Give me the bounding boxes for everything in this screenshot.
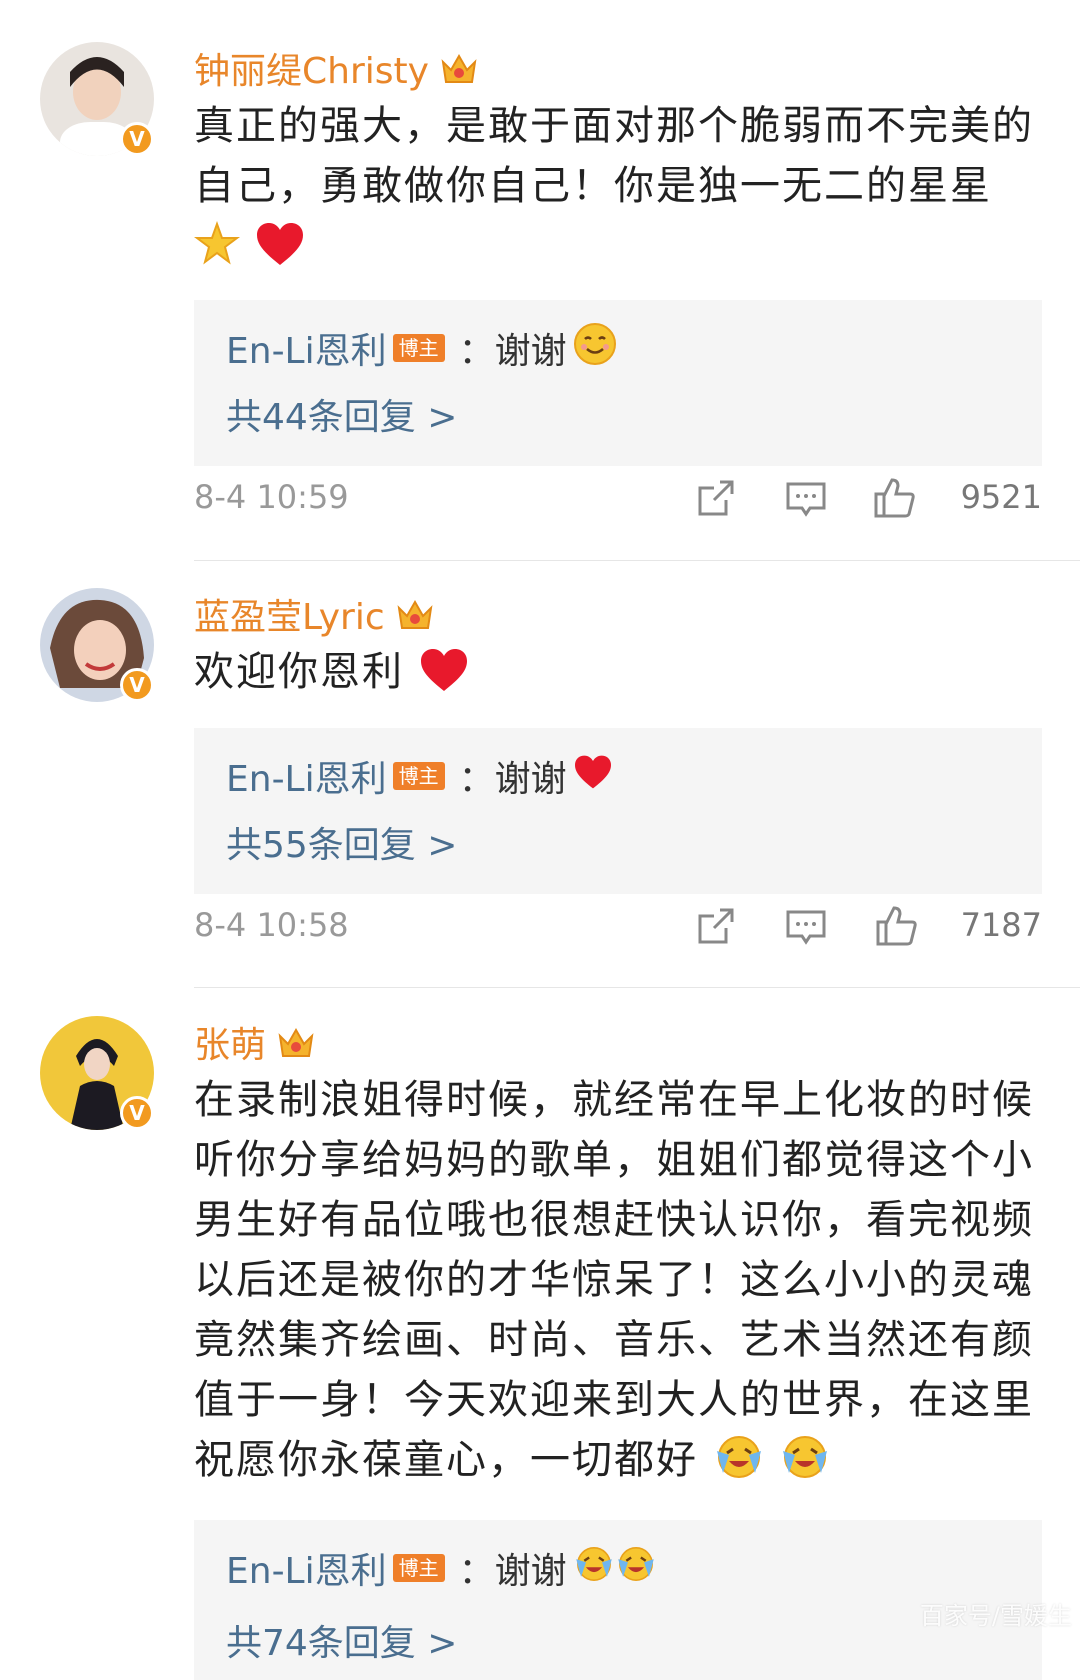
blogger-badge: 博主 (392, 762, 445, 790)
reply-count-link[interactable]: 共44条回复 > (226, 386, 457, 442)
timestamp: 8-4 10:58 (194, 906, 349, 944)
laugh-cry-emoji-icon (713, 1433, 765, 1498)
like-count: 9521 (960, 478, 1042, 516)
reply-count-link[interactable]: 共55条回复 > (226, 814, 457, 870)
comment-text-content: 真正的强大，是敢于面对那个脆弱而不完美的自己，勇敢做你自己！你是独一无二的星星 (194, 103, 1034, 209)
comment-text-content: 在录制浪姐得时候，就经常在早上化妆的时候听你分享给妈妈的歌单，姐姐们都觉得这个小… (194, 1077, 1034, 1483)
like-icon[interactable] (874, 904, 918, 948)
heart-icon (255, 221, 305, 284)
reply-author[interactable]: En-Li恩利 (226, 322, 387, 374)
reply-count-link[interactable]: 共74条回复 > (226, 1612, 457, 1668)
blogger-badge: 博主 (392, 1554, 445, 1582)
heart-icon (419, 647, 469, 710)
smile-emoji-icon (573, 322, 617, 375)
reply-box[interactable]: En-Li恩利 博主 ：谢谢 共44条回复 > (194, 300, 1042, 466)
author-name[interactable]: 张萌 (194, 1016, 266, 1068)
reply-line: En-Li恩利 博主 ：谢谢 (226, 1540, 657, 1596)
reply-text: ：谢谢 (458, 759, 567, 800)
blogger-badge: 博主 (392, 334, 445, 362)
author-name[interactable]: 蓝盈莹Lyric (194, 588, 385, 640)
author-row: 钟丽缇Christy (194, 42, 479, 94)
laugh-cry-emoji-icon (615, 1544, 657, 1593)
watermark: 百家号/雪媛生 (919, 1602, 1072, 1630)
reply-text: ：谢谢 (458, 331, 567, 372)
share-icon[interactable] (694, 904, 738, 948)
timestamp: 8-4 10:59 (194, 478, 349, 516)
reply-box[interactable]: En-Li恩利 博主 ：谢谢 共55条回复 > (194, 728, 1042, 894)
laugh-cry-emoji-icon (779, 1433, 831, 1498)
verified-badge-icon: V (120, 1096, 154, 1130)
heart-icon (573, 754, 613, 799)
comment-text-content: 欢迎你恩利 (194, 649, 404, 695)
reply-line: En-Li恩利 博主 ：谢谢 (226, 748, 613, 804)
divider (194, 987, 1080, 988)
comment-text: 真正的强大，是敢于面对那个脆弱而不完美的自己，勇敢做你自己！你是独一无二的星星 (194, 96, 1044, 284)
reply-box[interactable]: En-Li恩利 博主 ：谢谢 共74条回复 > (194, 1520, 1042, 1680)
divider (194, 560, 1080, 561)
comment-meta: 8-4 10:59 9521 (194, 468, 1042, 528)
comment-meta: 8-4 10:58 7187 (194, 896, 1042, 956)
author-name[interactable]: 钟丽缇Christy (194, 42, 429, 94)
verified-badge-icon: V (120, 122, 154, 156)
crown-icon (439, 48, 479, 88)
comment-icon[interactable] (784, 476, 828, 520)
crown-icon (395, 594, 435, 634)
comment-text: 欢迎你恩利 (194, 642, 1044, 710)
verified-badge-icon: V (120, 668, 154, 702)
comment-icon[interactable] (784, 904, 828, 948)
author-row: 蓝盈莹Lyric (194, 588, 435, 640)
crown-icon (276, 1022, 316, 1062)
reply-line: En-Li恩利 博主 ：谢谢 (226, 320, 617, 376)
comment-text: 在录制浪姐得时候，就经常在早上化妆的时候听你分享给妈妈的歌单，姐姐们都觉得这个小… (194, 1070, 1044, 1498)
like-count: 7187 (960, 906, 1042, 944)
share-icon[interactable] (694, 476, 738, 520)
reply-author[interactable]: En-Li恩利 (226, 1542, 387, 1594)
like-icon[interactable] (872, 476, 916, 520)
star-icon (194, 221, 240, 284)
laugh-cry-emoji-icon (573, 1544, 615, 1593)
author-row: 张萌 (194, 1016, 316, 1068)
reply-author[interactable]: En-Li恩利 (226, 750, 387, 802)
reply-text: ：谢谢 (458, 1551, 567, 1592)
